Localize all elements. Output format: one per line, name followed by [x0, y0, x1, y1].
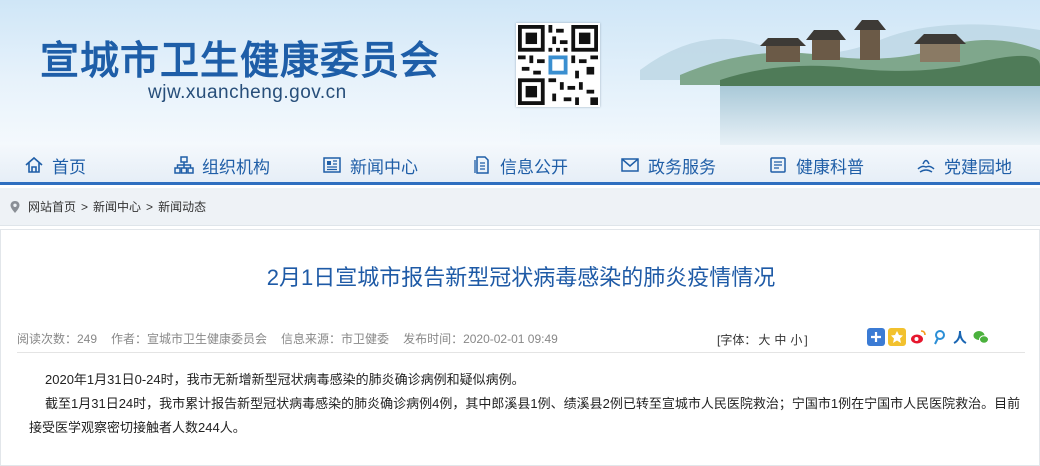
- breadcrumb-news-center[interactable]: 新闻中心: [93, 198, 141, 215]
- nav-label: 新闻中心: [350, 157, 418, 178]
- tencent-weibo-icon[interactable]: [930, 328, 948, 346]
- nav-label: 信息公开: [500, 157, 568, 178]
- article-title: 2月1日宣城市报告新型冠状病毒感染的肺炎疫情情况: [266, 265, 776, 290]
- nav-label: 健康科普: [796, 157, 864, 178]
- font-size-large[interactable]: 大: [758, 333, 770, 347]
- hands-icon: [917, 159, 935, 173]
- nav-item-home[interactable]: 首页: [24, 145, 86, 185]
- nav-item-health-science[interactable]: 健康科普: [768, 145, 864, 185]
- nav-label: 政务服务: [648, 157, 716, 178]
- site-title: 宣城市卫生健康委员会: [40, 38, 441, 84]
- article-paragraph: 2020年1月31日0-24时，我市无新增新型冠状病毒感染的肺炎确诊病例和疑似病…: [45, 372, 525, 387]
- home-icon: [25, 156, 43, 173]
- share-plus-icon[interactable]: [867, 328, 885, 346]
- font-size-small[interactable]: 小: [790, 333, 802, 347]
- mail-icon: [621, 158, 639, 172]
- header-banner: 宣城市卫生健康委员会 wjw.xuancheng.gov.cn: [0, 0, 1040, 145]
- qzone-icon[interactable]: [888, 328, 906, 346]
- font-size-medium[interactable]: 中: [774, 333, 786, 347]
- book-icon: [770, 157, 786, 173]
- author: 作者：宣城市卫生健康委员会: [111, 332, 268, 346]
- share-bar: [867, 328, 990, 346]
- font-size-switcher: [字体：大中小]: [717, 331, 808, 348]
- publish-time: 发布时间：2020-02-01 09:49: [403, 332, 558, 346]
- nav-item-party-building[interactable]: 党建园地: [916, 145, 1012, 185]
- renren-icon[interactable]: [951, 328, 969, 346]
- main-nav: 首页 组织机构 新闻中心 信息公开 政务服务 健康科普 党建园地: [0, 145, 1040, 185]
- weibo-icon[interactable]: [909, 328, 927, 346]
- breadcrumb-news-updates[interactable]: 新闻动态: [158, 198, 206, 215]
- nav-item-gov-services[interactable]: 政务服务: [620, 145, 716, 185]
- article-body: 2020年1月31日0-24时，我市无新增新型冠状病毒感染的肺炎确诊病例和疑似病…: [29, 368, 1029, 440]
- nav-label: 组织机构: [202, 157, 270, 178]
- article-card: 2月1日宣城市报告新型冠状病毒感染的肺炎疫情情况 阅读次数：249 作者：宣城市…: [0, 229, 1040, 466]
- info-source: 信息来源：市卫健委: [281, 332, 390, 346]
- breadcrumb: 网站首页 > 新闻中心 > 新闻动态: [0, 188, 1040, 226]
- nav-item-organization[interactable]: 组织机构: [174, 145, 270, 185]
- breadcrumb-home[interactable]: 网站首页: [28, 198, 76, 215]
- nav-label: 首页: [52, 157, 86, 178]
- breadcrumb-separator: >: [146, 199, 154, 214]
- font-size-label-close: ]: [804, 333, 808, 347]
- view-count: 阅读次数：249: [17, 332, 98, 346]
- nav-item-news[interactable]: 新闻中心: [322, 145, 418, 185]
- font-size-label: [字体：: [717, 333, 757, 347]
- article-paragraph: 截至1月31日24时，我市累计报告新型冠状病毒感染的肺炎确诊病例4例，其中郎溪县…: [29, 396, 1021, 435]
- nav-item-info-disclosure[interactable]: 信息公开: [472, 145, 568, 185]
- org-chart-icon: [174, 156, 194, 174]
- location-pin-icon: [10, 200, 20, 213]
- document-icon: [474, 156, 489, 174]
- nav-label: 党建园地: [944, 157, 1012, 178]
- site-url[interactable]: wjw.xuancheng.gov.cn: [148, 82, 347, 104]
- article-meta: 阅读次数：249 作者：宣城市卫生健康委员会 信息来源：市卫健委 发布时间：20…: [17, 325, 1025, 353]
- wechat-icon[interactable]: [972, 328, 990, 346]
- qr-code: [516, 23, 600, 107]
- breadcrumb-separator: >: [81, 199, 89, 214]
- newspaper-icon: [323, 157, 341, 173]
